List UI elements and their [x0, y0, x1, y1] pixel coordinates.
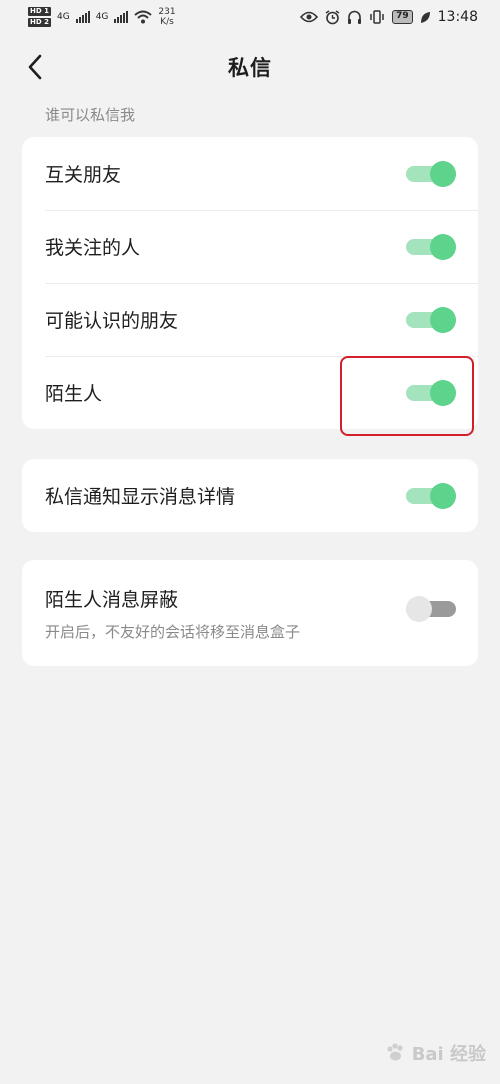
setting-row-stranger-block[interactable]: 陌生人消息屏蔽 开启后，不友好的会话将移至消息盒子 [22, 560, 478, 666]
toggle-switch[interactable] [406, 160, 456, 187]
net-speed: 231 K/s [158, 7, 175, 27]
toggle-switch[interactable] [406, 482, 456, 509]
status-left: HD 1 HD 2 4G 4G 231 K/s [28, 7, 176, 27]
page-title: 私信 [228, 56, 272, 80]
who-can-message-card: 互关朋友 我关注的人 可能认识的朋友 陌生人 [22, 137, 478, 429]
toggle-switch[interactable] [406, 379, 456, 406]
headphones-icon [348, 10, 362, 24]
status-right: 79 13:48 [300, 9, 478, 25]
setting-row-maybe-known[interactable]: 可能认识的朋友 [22, 283, 478, 356]
watermark: Bai 经验 [384, 1040, 486, 1066]
section-label: 谁可以私信我 [45, 106, 136, 124]
setting-row-notification-detail[interactable]: 私信通知显示消息详情 [22, 459, 478, 532]
eye-icon [300, 11, 319, 23]
net2-label: 4G [95, 12, 109, 22]
setting-row-mutual-friends[interactable]: 互关朋友 [22, 137, 478, 210]
nav-header: 私信 [0, 40, 500, 94]
back-button[interactable] [20, 52, 50, 82]
battery-icon: 79 [392, 10, 413, 24]
signal-icon [75, 11, 90, 23]
net1-label: 4G [56, 12, 70, 22]
setting-label: 可能认识的朋友 [45, 310, 179, 332]
sim2-badge: HD 2 [28, 18, 51, 27]
setting-label: 陌生人 [45, 383, 103, 405]
paw-icon [387, 1043, 403, 1061]
toggle-switch[interactable] [406, 596, 456, 622]
notification-detail-card: 私信通知显示消息详情 [22, 459, 478, 532]
alarm-icon [325, 9, 340, 24]
chevron-left-icon [28, 54, 42, 80]
setting-row-strangers[interactable]: 陌生人 [22, 356, 478, 429]
net-speed-value: 231 [158, 7, 176, 17]
sim1-badge: HD 1 [28, 7, 51, 16]
leaf-icon [420, 11, 430, 23]
watermark-text: Bai 经验 [411, 1044, 486, 1065]
vibrate-icon [370, 10, 384, 24]
clock: 13:48 [437, 9, 478, 25]
setting-description: 开启后，不友好的会话将移至消息盒子 [45, 622, 301, 641]
sim-indicators: HD 1 HD 2 [28, 7, 51, 27]
net-speed-unit: K/s [160, 17, 174, 27]
signal-icon [114, 11, 129, 23]
setting-label: 私信通知显示消息详情 [45, 486, 236, 508]
setting-label: 我关注的人 [45, 237, 141, 259]
toggle-switch[interactable] [406, 233, 456, 260]
stranger-block-card: 陌生人消息屏蔽 开启后，不友好的会话将移至消息盒子 [22, 560, 478, 666]
toggle-switch[interactable] [406, 306, 456, 333]
setting-label: 陌生人消息屏蔽 [45, 588, 179, 611]
wifi-icon [134, 10, 153, 24]
status-bar: HD 1 HD 2 4G 4G 231 K/s 79 13:48 [0, 0, 500, 34]
setting-label: 互关朋友 [45, 164, 122, 186]
setting-row-following[interactable]: 我关注的人 [22, 210, 478, 283]
